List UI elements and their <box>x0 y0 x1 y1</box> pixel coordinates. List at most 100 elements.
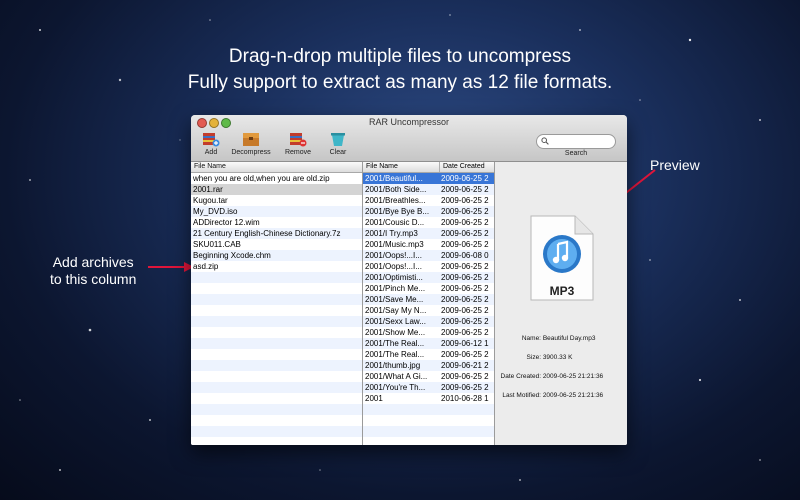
archive-row[interactable] <box>191 371 362 382</box>
preview-last-modified-label: Last Motified: <box>502 392 541 399</box>
content-row[interactable]: 2001/Sexx Law... 2009-06-25 2 <box>363 316 494 327</box>
add-annotation-line-2: to this column <box>50 271 137 287</box>
contents-header-file-name[interactable]: File Name <box>363 162 440 172</box>
archive-row[interactable]: asd.zip <box>191 261 362 272</box>
archive-row[interactable] <box>191 426 362 437</box>
search-input[interactable] <box>536 134 616 149</box>
content-row[interactable]: 2001/Oops!...I... 2009-06-25 2 <box>363 261 494 272</box>
content-row[interactable]: 2001/Pinch Me... 2009-06-25 2 <box>363 283 494 294</box>
archive-row[interactable] <box>191 338 362 349</box>
content-row[interactable] <box>363 426 494 437</box>
search-icon <box>541 137 549 145</box>
content-date-created: 2009-06-25 2 <box>441 350 489 359</box>
content-row[interactable]: 2001/Cousic D... 2009-06-25 2 <box>363 217 494 228</box>
content-file-name: 2001/Music.mp3 <box>365 240 424 249</box>
content-file-name: 2001/Bye Bye B... <box>365 207 430 216</box>
archive-row[interactable] <box>191 360 362 371</box>
content-date-created: 2009-06-12 1 <box>441 339 489 348</box>
content-row[interactable]: 2001/Bye Bye B... 2009-06-25 2 <box>363 206 494 217</box>
archive-row[interactable]: when you are old,when you are old.zip <box>191 173 362 184</box>
content-row[interactable]: 2001/What A Gi... 2009-06-25 2 <box>363 371 494 382</box>
content-date-created: 2009-06-25 2 <box>441 284 489 293</box>
clear-button-label: Clear <box>329 149 347 156</box>
app-window: RAR Uncompressor Add Decompress Remove C… <box>191 115 627 445</box>
content-date-created: 2009-06-25 2 <box>441 317 489 326</box>
archive-row[interactable]: ADDirector 12.wim <box>191 217 362 228</box>
content-row[interactable]: 2001/Beautiful... 2009-06-25 2 <box>363 173 494 184</box>
add-annotation-line-1: Add archives <box>52 254 134 270</box>
content-row[interactable]: 2001/Show Me... 2009-06-25 2 <box>363 327 494 338</box>
content-date-created <box>439 415 494 426</box>
content-row[interactable]: 2001/Save Me... 2009-06-25 2 <box>363 294 494 305</box>
add-archives-annotation: Add archives to this column <box>50 254 136 288</box>
archive-row[interactable] <box>191 305 362 316</box>
content-row[interactable] <box>363 404 494 415</box>
add-button-label: Add <box>204 149 218 156</box>
content-file-name: 2001/What A Gi... <box>365 372 428 381</box>
content-row[interactable]: 2001/thumb.jpg 2009-06-21 2 <box>363 360 494 371</box>
archive-row[interactable] <box>191 382 362 393</box>
archive-row[interactable]: Kugou.tar <box>191 195 362 206</box>
content-date-created: 2009-06-25 2 <box>441 328 489 337</box>
decompress-button[interactable]: Decompress <box>229 131 273 156</box>
archive-row[interactable] <box>191 272 362 283</box>
archive-row[interactable]: My_DVD.iso <box>191 206 362 217</box>
contents-header-date-created[interactable]: Date Created <box>440 162 485 172</box>
clear-icon <box>331 133 345 146</box>
content-row[interactable]: 2001/Music.mp3 2009-06-25 2 <box>363 239 494 250</box>
content-row[interactable]: 2001/Both Side... 2009-06-25 2 <box>363 184 494 195</box>
archive-row[interactable] <box>191 327 362 338</box>
content-row[interactable]: 2001/You're Th... 2009-06-25 2 <box>363 382 494 393</box>
preview-date-created: Date Created: 2009-06-25 21:21:36 <box>497 373 604 380</box>
archive-row[interactable] <box>191 294 362 305</box>
content-file-name: 2001/Cousic D... <box>365 218 425 227</box>
clear-button[interactable]: Clear <box>325 131 351 156</box>
archive-contents-list[interactable]: File Name Date Created 2001/Beautiful...… <box>363 162 495 445</box>
content-row[interactable]: 2001/The Real... 2009-06-12 1 <box>363 338 494 349</box>
preview-annotation: Preview <box>650 157 700 173</box>
content-row[interactable]: 2001/The Real... 2009-06-25 2 <box>363 349 494 360</box>
archive-row[interactable]: 2001.rar <box>191 184 362 195</box>
archive-row[interactable] <box>191 393 362 404</box>
content-file-name: 2001/I Try.mp3 <box>365 229 418 238</box>
archive-row[interactable]: Beginning Xcode.chm <box>191 250 362 261</box>
content-date-created: 2009-06-25 2 <box>441 262 489 271</box>
preview-date-created-value: 2009-06-25 21:21:36 <box>542 373 604 380</box>
archive-row[interactable] <box>191 415 362 426</box>
content-file-name <box>363 415 439 426</box>
content-file-name: 2001/Sexx Law... <box>365 317 426 326</box>
content-date-created: 2009-06-25 2 <box>441 372 489 381</box>
content-file-name: 2001/The Real... <box>365 339 425 348</box>
content-date-created: 2009-06-25 2 <box>441 240 489 249</box>
remove-button[interactable]: Remove <box>283 131 313 156</box>
content-file-name: 2001/Say My N... <box>365 306 427 315</box>
content-file-name: 2001/thumb.jpg <box>365 361 421 370</box>
content-row[interactable]: 2001/Oops!...I... 2009-06-08 0 <box>363 250 494 261</box>
preview-size: Size: 3900.33 K <box>505 354 573 361</box>
archive-row[interactable] <box>191 349 362 360</box>
content-date-created: 2009-06-08 0 <box>441 251 489 260</box>
content-row[interactable] <box>363 415 494 426</box>
decompress-button-label: Decompress <box>231 149 271 156</box>
archive-row[interactable] <box>191 404 362 415</box>
archive-row[interactable]: SKU011.CAB <box>191 239 362 250</box>
content-row[interactable]: 2001/Breathles... 2009-06-25 2 <box>363 195 494 206</box>
archive-list-header[interactable]: File Name <box>191 162 362 173</box>
preview-name-label: Name: <box>521 335 541 342</box>
headline: Drag-n-drop multiple files to uncompress… <box>0 44 800 96</box>
content-file-name: 2001/Save Me... <box>365 295 424 304</box>
add-button[interactable]: Add <box>200 131 222 156</box>
content-row[interactable]: 2001/Say My N... 2009-06-25 2 <box>363 305 494 316</box>
remove-archive-icon <box>290 133 307 147</box>
archive-row[interactable]: 21 Century English-Chinese Dictionary.7z <box>191 228 362 239</box>
content-file-name: 2001/The Real... <box>365 350 425 359</box>
archive-list[interactable]: File Name when you are old,when you are … <box>191 162 363 445</box>
search-label: Search <box>564 150 588 157</box>
content-row[interactable]: 2001 2010-06-28 1 <box>363 393 494 404</box>
content-row[interactable]: 2001/Optimisti... 2009-06-25 2 <box>363 272 494 283</box>
archive-row[interactable] <box>191 316 362 327</box>
archive-row[interactable] <box>191 283 362 294</box>
decompress-icon <box>243 133 259 146</box>
content-row[interactable]: 2001/I Try.mp3 2009-06-25 2 <box>363 228 494 239</box>
remove-button-label: Remove <box>284 149 312 156</box>
